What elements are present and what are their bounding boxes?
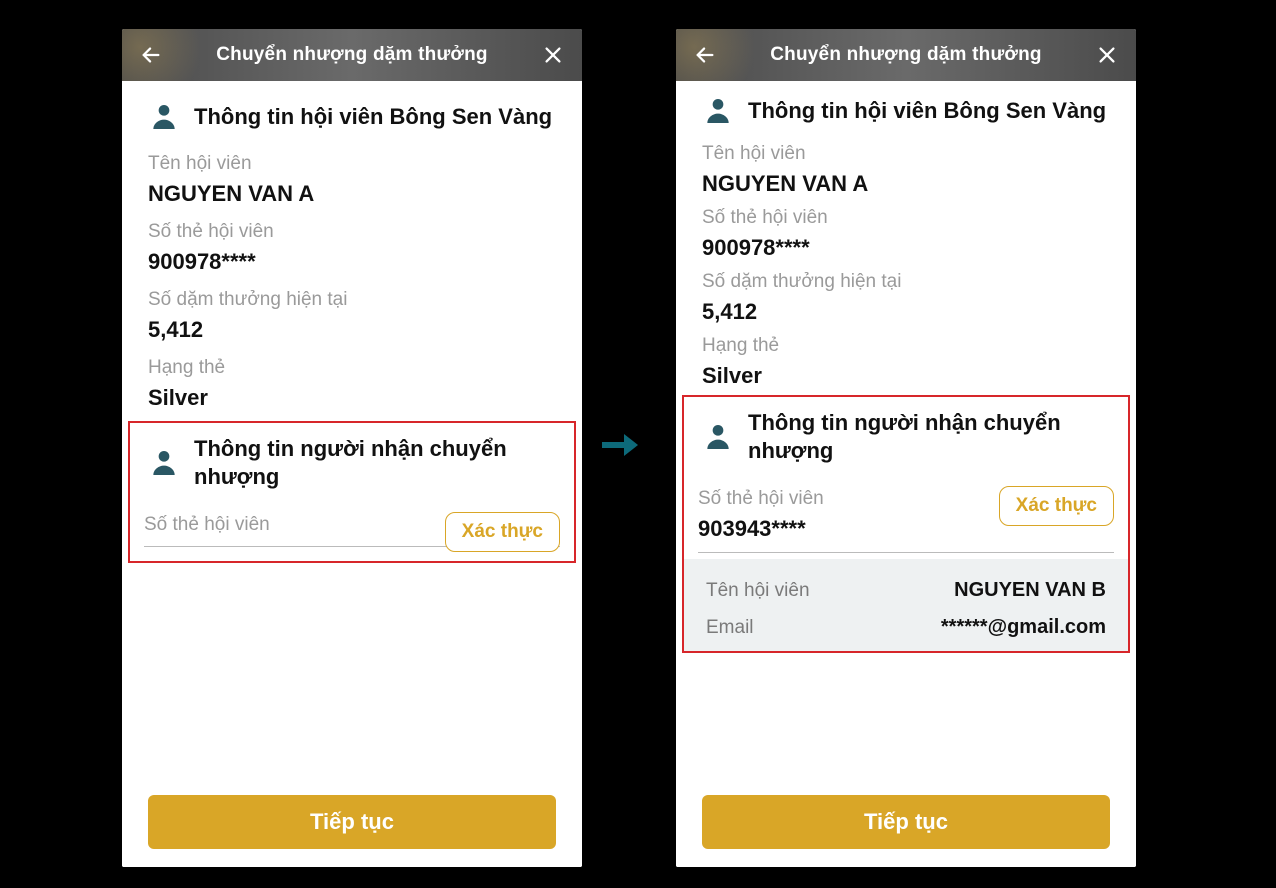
- member-section-title: Thông tin hội viên Bông Sen Vàng: [194, 103, 552, 131]
- member-name-label: Tên hội viên: [148, 153, 556, 175]
- member-tier-label: Hạng thẻ: [148, 357, 556, 379]
- member-name-field: Tên hội viên NGUYEN VAN A: [676, 133, 1136, 197]
- member-tier-field: Hạng thẻ Silver: [676, 325, 1136, 389]
- close-button[interactable]: [1092, 40, 1122, 70]
- person-icon: [148, 447, 180, 479]
- recipient-highlight-box-right: Thông tin người nhận chuyển nhượng Số th…: [682, 395, 1130, 653]
- member-miles-value: 5,412: [148, 317, 556, 343]
- recipient-name-value: NGUYEN VAN B: [954, 579, 1106, 602]
- recipient-section-title: Thông tin người nhận chuyển nhượng: [194, 435, 554, 490]
- recipient-details-panel: Tên hội viên NGUYEN VAN B Email ******@g…: [684, 559, 1128, 651]
- recipient-highlight-box-left: Thông tin người nhận chuyển nhượng Số th…: [128, 421, 576, 563]
- member-name-value: NGUYEN VAN A: [702, 171, 1110, 197]
- arrow-left-icon: [694, 44, 716, 66]
- member-card-value: 900978****: [702, 235, 1110, 261]
- member-card-label: Số thẻ hội viên: [148, 221, 556, 243]
- recipient-card-row: Số thẻ hội viên 903943**** Xác thực: [698, 470, 1114, 553]
- member-tier-field: Hạng thẻ Silver: [122, 343, 582, 411]
- back-button[interactable]: [690, 40, 720, 70]
- footer-right: Tiếp tục: [676, 777, 1136, 867]
- recipient-email-label: Email: [706, 617, 754, 639]
- member-miles-label: Số dặm thưởng hiện tại: [148, 289, 556, 311]
- recipient-name-row: Tên hội viên NGUYEN VAN B: [702, 565, 1110, 602]
- recipient-section-head: Thông tin người nhận chuyển nhượng: [144, 429, 560, 496]
- screen-right: Chuyển nhượng dặm thưởng Thông tin hội v…: [676, 29, 1136, 867]
- content-left: Thông tin hội viên Bông Sen Vàng Tên hội…: [122, 81, 582, 563]
- member-tier-value: Silver: [148, 385, 556, 411]
- flow-arrow-icon: [600, 430, 640, 465]
- input-underline: [698, 552, 1114, 553]
- recipient-section-title: Thông tin người nhận chuyển nhượng: [748, 409, 1108, 464]
- person-icon: [702, 421, 734, 453]
- member-miles-field: Số dặm thưởng hiện tại 5,412: [122, 275, 582, 343]
- recipient-email-value: ******@gmail.com: [941, 616, 1106, 639]
- member-miles-value: 5,412: [702, 299, 1110, 325]
- member-card-field: Số thẻ hội viên 900978****: [676, 197, 1136, 261]
- app-header: Chuyển nhượng dặm thưởng: [122, 29, 582, 81]
- recipient-name-label: Tên hội viên: [706, 580, 810, 602]
- recipient-email-row: Email ******@gmail.com: [702, 602, 1110, 639]
- back-button[interactable]: [136, 40, 166, 70]
- member-section-head: Thông tin hội viên Bông Sen Vàng: [122, 81, 582, 139]
- screen-left: Chuyển nhượng dặm thưởng Thông tin hội v…: [122, 29, 582, 867]
- header-title: Chuyển nhượng dặm thưởng: [720, 44, 1092, 66]
- member-section-title: Thông tin hội viên Bông Sen Vàng: [748, 97, 1106, 125]
- person-icon: [702, 95, 734, 127]
- member-miles-field: Số dặm thưởng hiện tại 5,412: [676, 261, 1136, 325]
- member-miles-label: Số dặm thưởng hiện tại: [702, 271, 1110, 293]
- member-name-field: Tên hội viên NGUYEN VAN A: [122, 139, 582, 207]
- close-icon: [542, 44, 564, 66]
- person-icon: [148, 101, 180, 133]
- member-name-value: NGUYEN VAN A: [148, 181, 556, 207]
- verify-button[interactable]: Xác thực: [445, 512, 560, 552]
- member-card-value: 900978****: [148, 249, 556, 275]
- footer-left: Tiếp tục: [122, 777, 582, 867]
- recipient-card-row: Số thẻ hội viên Xác thực: [144, 496, 560, 547]
- member-card-label: Số thẻ hội viên: [702, 207, 1110, 229]
- member-card-field: Số thẻ hội viên 900978****: [122, 207, 582, 275]
- content-right: Thông tin hội viên Bông Sen Vàng Tên hội…: [676, 81, 1136, 653]
- member-tier-value: Silver: [702, 363, 1110, 389]
- header-title: Chuyển nhượng dặm thưởng: [166, 44, 538, 66]
- close-button[interactable]: [538, 40, 568, 70]
- continue-button[interactable]: Tiếp tục: [702, 795, 1110, 849]
- member-name-label: Tên hội viên: [702, 143, 1110, 165]
- arrow-left-icon: [140, 44, 162, 66]
- continue-button[interactable]: Tiếp tục: [148, 795, 556, 849]
- app-header: Chuyển nhượng dặm thưởng: [676, 29, 1136, 81]
- verify-button[interactable]: Xác thực: [999, 486, 1114, 526]
- member-section-head: Thông tin hội viên Bông Sen Vàng: [676, 81, 1136, 133]
- close-icon: [1096, 44, 1118, 66]
- member-tier-label: Hạng thẻ: [702, 335, 1110, 357]
- recipient-section-head: Thông tin người nhận chuyển nhượng: [698, 403, 1114, 470]
